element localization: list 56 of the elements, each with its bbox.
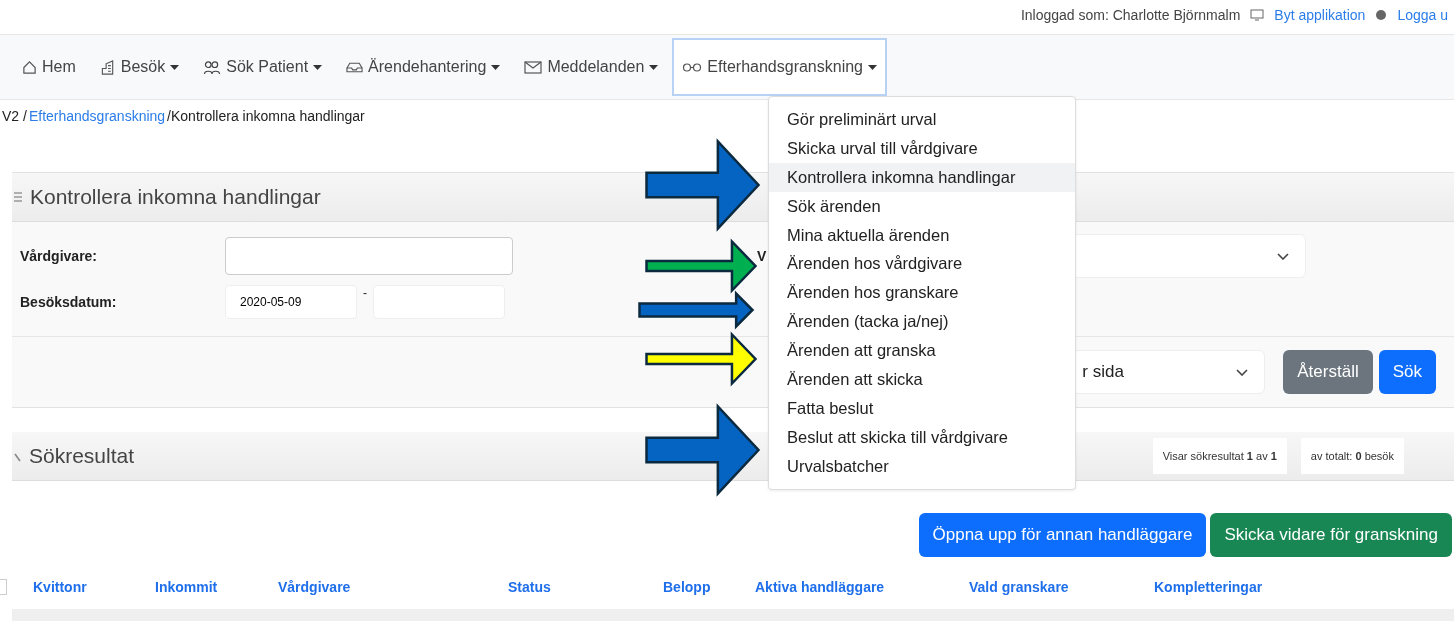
column-header[interactable]: Kvittonr — [33, 579, 155, 595]
nav-item[interactable]: Meddelanden — [514, 38, 669, 96]
switch-app-link[interactable]: Byt applikation — [1274, 7, 1366, 23]
panel-title: Kontrollera inkomna handlingar — [30, 185, 321, 209]
column-header[interactable]: Kompletteringar — [1154, 579, 1263, 595]
column-header[interactable]: Vårdgivare — [278, 579, 508, 595]
menu-item[interactable]: Skicka urval till vårdgivare — [769, 133, 1075, 163]
menu-item[interactable]: Kontrollera inkomna handlingar — [769, 162, 1075, 192]
logged-in-user: Inloggad som: Charlotte Björnmalm — [1020, 7, 1241, 23]
menu-item[interactable]: Ärenden hos vårdgivare — [769, 249, 1075, 279]
menu-item[interactable]: Urvalsbatcher — [769, 451, 1075, 481]
column-header[interactable]: Aktiva handläggare — [755, 579, 969, 595]
column-header[interactable]: Status — [508, 579, 663, 595]
input-field[interactable] — [225, 237, 513, 275]
glasses-icon — [682, 62, 703, 72]
inbox-icon — [346, 61, 364, 73]
nav-item[interactable]: Sök Patient — [193, 38, 333, 96]
home-icon — [22, 59, 37, 75]
menu-item[interactable]: Sök ärenden — [769, 191, 1075, 221]
checkbox[interactable] — [0, 579, 7, 595]
panel-title: Sökresultat — [29, 444, 135, 468]
chevron-down-icon — [1236, 368, 1249, 376]
list-icon — [14, 192, 22, 202]
action-button[interactable]: Öppna upp för annan handläggare — [918, 513, 1207, 557]
breadcrumb-link[interactable]: Efterhandsgranskning — [28, 108, 166, 124]
building-icon — [99, 59, 116, 75]
menu-item[interactable]: Ärenden hos granskare — [769, 278, 1075, 308]
menu-item[interactable]: Beslut att skicka till vårdgivare — [769, 422, 1075, 452]
column-header[interactable]: Belopp — [663, 579, 755, 595]
nav-item[interactable]: Hem — [12, 38, 86, 96]
chevron-down-icon — [1277, 252, 1290, 260]
search-button[interactable]: Sök — [1378, 350, 1436, 394]
date-field[interactable]: 2020-05-09 — [225, 285, 357, 319]
nav-item[interactable]: Besök — [89, 38, 190, 96]
menu-item[interactable]: Ärenden (tacka ja/nej) — [769, 307, 1075, 337]
total-count: av totalt: 0 besök — [1300, 438, 1404, 474]
breadcrumb-text: /Kontrollera inkomna handlingar — [167, 108, 365, 124]
menu-item[interactable]: Gör preliminärt urval — [769, 105, 1075, 134]
menu-item[interactable]: Mina aktuella ärenden — [769, 220, 1075, 250]
field-label: V — [757, 248, 767, 264]
nav-item[interactable]: Ärendehantering — [336, 38, 511, 96]
column-header[interactable]: Inkommit — [155, 579, 278, 595]
monitor-icon — [1250, 9, 1265, 21]
column-header[interactable]: Vald granskare — [969, 579, 1154, 595]
people-icon — [203, 59, 222, 75]
reset-button[interactable]: Återställ — [1283, 350, 1373, 394]
field-label: Besöksdatum: — [20, 294, 118, 310]
envelope-icon — [524, 60, 543, 74]
action-button[interactable]: Skicka vidare för granskning — [1210, 513, 1452, 557]
result-count: Visar sökresultat 1 av 1 — [1152, 438, 1287, 474]
logout-link[interactable]: Logga u — [1397, 7, 1448, 23]
breadcrumb-text: V2 / — [2, 108, 27, 124]
date-separator: - — [362, 286, 368, 300]
nav-item[interactable]: Efterhandsgranskning — [672, 38, 887, 96]
menu-item[interactable]: Fatta beslut — [769, 393, 1075, 423]
field-label: Vårdgivare: — [20, 248, 99, 264]
